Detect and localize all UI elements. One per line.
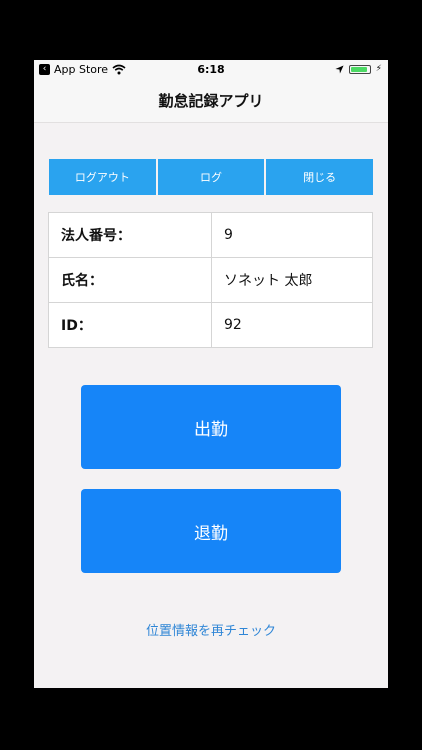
id-value: 92 bbox=[211, 302, 373, 348]
corporate-number-label: 法人番号： bbox=[48, 212, 212, 258]
battery-level bbox=[350, 66, 367, 72]
table-row: 氏名： ソネット 太郎 bbox=[48, 257, 373, 303]
charging-bolt-icon: ⚡ bbox=[375, 64, 382, 74]
clock-in-button[interactable]: 出勤 bbox=[81, 385, 341, 469]
location-arrow-icon bbox=[335, 64, 344, 74]
corporate-number-value: 9 bbox=[211, 212, 373, 258]
clock-out-button[interactable]: 退勤 bbox=[81, 489, 341, 573]
user-info-table: 法人番号： 9 氏名： ソネット 太郎 ID： 92 bbox=[48, 212, 373, 348]
app-screen: ‹ App Store 6:18 ⚡ 勤怠記録アプリ ログアウト ログ 閉じる bbox=[34, 60, 388, 688]
logout-button[interactable]: ログアウト bbox=[49, 159, 156, 195]
battery-icon bbox=[348, 64, 371, 74]
log-button[interactable]: ログ bbox=[157, 159, 265, 195]
toolbar: ログアウト ログ 閉じる bbox=[49, 159, 374, 195]
table-row: 法人番号： 9 bbox=[48, 212, 373, 258]
name-value: ソネット 太郎 bbox=[211, 257, 373, 303]
status-bar: ‹ App Store 6:18 ⚡ bbox=[34, 60, 388, 80]
navigation-bar: 勤怠記録アプリ bbox=[34, 80, 388, 123]
close-button[interactable]: 閉じる bbox=[266, 159, 374, 195]
name-label: 氏名： bbox=[48, 257, 212, 303]
id-label: ID： bbox=[48, 302, 212, 348]
page-title: 勤怠記録アプリ bbox=[158, 92, 264, 110]
table-row: ID： 92 bbox=[48, 302, 373, 348]
recheck-location-link[interactable]: 位置情報を再チェック bbox=[34, 620, 388, 639]
